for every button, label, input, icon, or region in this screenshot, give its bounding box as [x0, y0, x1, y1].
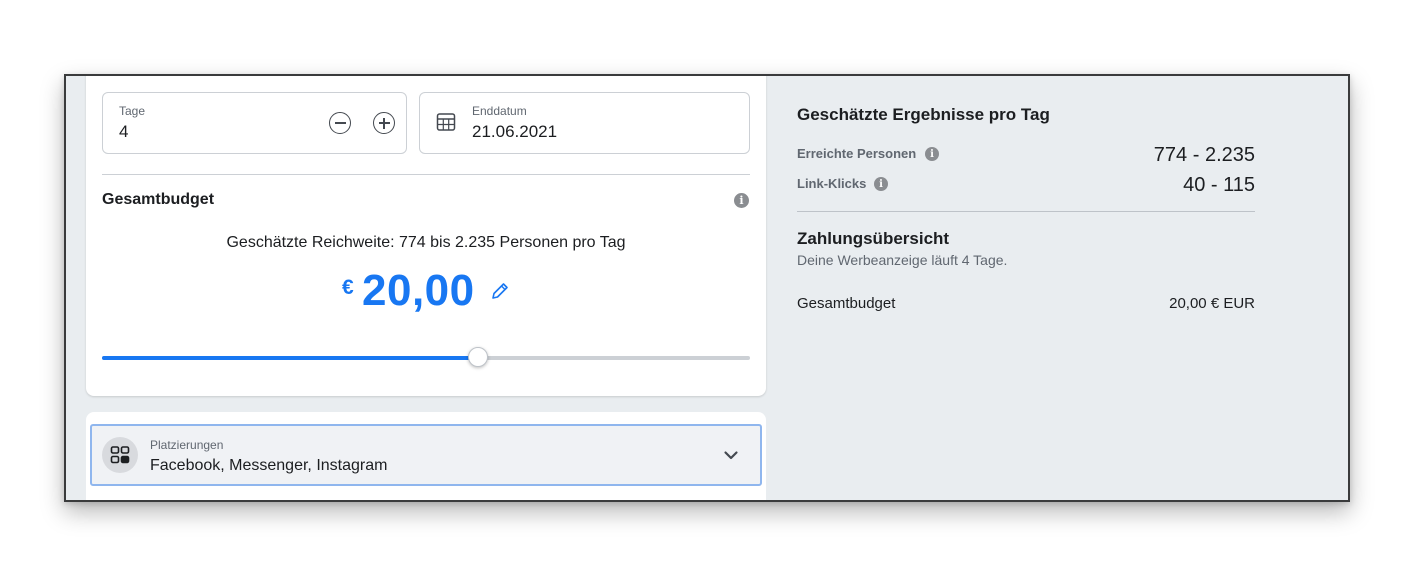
metric-value-link-clicks: 40 - 115: [1183, 174, 1255, 196]
placements-card: Platzierungen Facebook, Messenger, Insta…: [86, 412, 766, 500]
metric-label-link-clicks: Link-Klicks: [797, 176, 867, 191]
budget-amount[interactable]: 20,00: [362, 266, 475, 316]
pencil-icon[interactable]: [489, 280, 511, 302]
ad-budget-window: Tage 4 Enddatum 21.06.2021 Gesamtbudget: [64, 74, 1350, 502]
payment-summary-title: Zahlungsübersicht: [797, 229, 950, 248]
minus-circle-icon: [334, 122, 346, 124]
increase-days-button[interactable]: [373, 112, 395, 134]
end-date-field[interactable]: Enddatum 21.06.2021: [419, 92, 750, 154]
estimated-reach-text: Geschätzte Reichweite: 774 bis 2.235 Per…: [226, 234, 626, 251]
summary-divider: [797, 211, 1255, 212]
placements-value: Facebook, Messenger, Instagram: [150, 457, 388, 474]
days-label: Tage: [119, 104, 146, 118]
budget-card: Tage 4 Enddatum 21.06.2021 Gesamtbudget: [86, 76, 766, 396]
info-icon[interactable]: i: [734, 193, 749, 208]
budget-slider-fill: [102, 356, 478, 360]
total-budget-label: Gesamtbudget: [797, 295, 896, 312]
budget-slider[interactable]: [102, 347, 750, 367]
placements-grid-icon: [102, 437, 138, 473]
metric-label-reach: Erreichte Personen: [797, 146, 917, 161]
end-date-label: Enddatum: [472, 104, 527, 118]
budget-title: Gesamtbudget: [102, 191, 215, 208]
placements-label: Platzierungen: [150, 438, 224, 452]
decrease-days-button[interactable]: [329, 112, 351, 134]
payment-summary-subtitle: Deine Werbeanzeige läuft 4 Tage.: [797, 252, 1008, 268]
days-value[interactable]: 4: [119, 122, 128, 142]
placements-dropdown[interactable]: Platzierungen Facebook, Messenger, Insta…: [90, 424, 762, 486]
budget-slider-handle[interactable]: [467, 347, 488, 367]
calendar-icon: [436, 113, 456, 131]
end-date-value[interactable]: 21.06.2021: [472, 122, 557, 142]
days-field[interactable]: Tage 4: [102, 92, 407, 154]
total-budget-value: 20,00 € EUR: [1169, 295, 1255, 312]
plus-vertical-stroke: [383, 117, 385, 129]
budget-amount-display: € 20,00: [86, 266, 766, 322]
chevron-down-icon[interactable]: [722, 446, 740, 464]
section-divider: [102, 174, 750, 175]
currency-symbol: €: [342, 276, 354, 299]
estimated-results-title: Geschätzte Ergebnisse pro Tag: [797, 105, 1050, 124]
info-icon[interactable]: i: [925, 147, 939, 161]
metric-value-reach: 774 - 2.235: [1153, 144, 1255, 166]
info-icon[interactable]: i: [874, 177, 888, 191]
